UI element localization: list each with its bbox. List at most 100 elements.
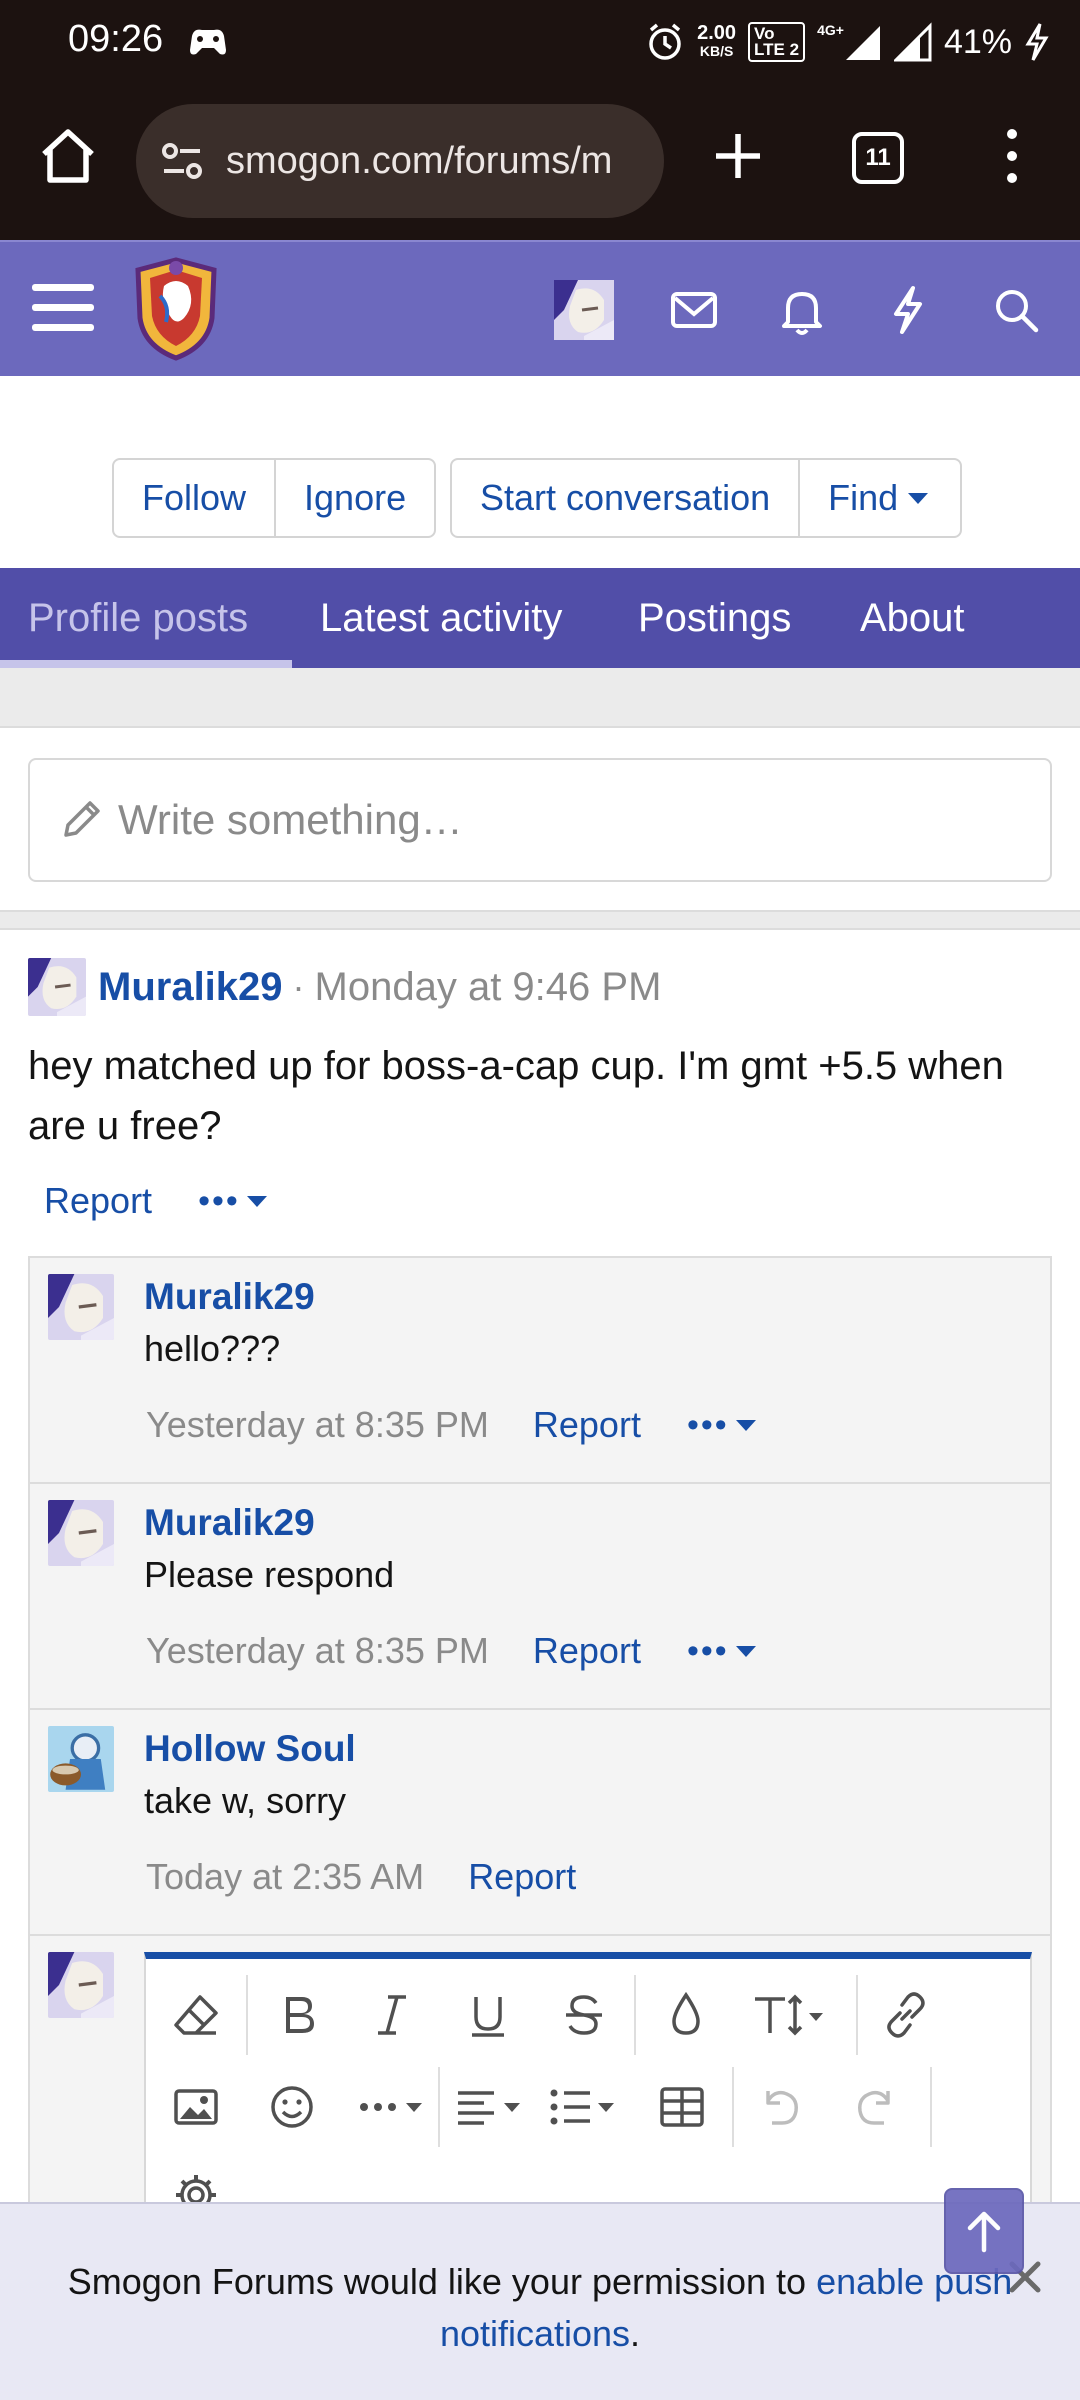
mail-icon[interactable] (666, 282, 722, 338)
toolbar-separator (438, 2067, 440, 2147)
tab-profile-posts[interactable]: Profile posts (28, 568, 248, 668)
avatar[interactable] (48, 1726, 114, 1792)
report-link[interactable]: Report (468, 1856, 576, 1898)
avatar[interactable] (28, 958, 86, 1016)
hamburger-menu-icon[interactable] (32, 280, 94, 336)
status-bar: 09:26 2.00 KB/S Vo LTE 2 4G+ 41% (0, 0, 1080, 84)
tab-switcher-button[interactable]: 11 (852, 132, 904, 184)
post-body: hey matched up for boss-a-cap cup. I'm g… (28, 1044, 1004, 1148)
comment-item: Muralik29 hello??? Yesterday at 8:35 PM … (30, 1258, 1050, 1484)
bell-icon[interactable] (774, 282, 830, 338)
comment-time[interactable]: Today at 2:35 AM (146, 1856, 424, 1898)
start-conversation-button[interactable]: Start conversation (452, 460, 798, 536)
image-icon[interactable] (166, 2077, 226, 2137)
separator-dot: · (292, 966, 305, 1007)
report-link[interactable]: Report (44, 1180, 152, 1222)
site-header (0, 240, 1080, 376)
more-actions-menu[interactable]: ••• (687, 1406, 759, 1445)
caret-down-icon (735, 1646, 756, 1657)
notification-text: Smogon Forums would like your permission… (67, 2261, 817, 2302)
report-link[interactable]: Report (533, 1630, 641, 1672)
arrow-up-icon (967, 2211, 1001, 2253)
comment-author-link[interactable]: Hollow Soul (144, 1728, 356, 1770)
scroll-to-top-button[interactable] (944, 2188, 1024, 2274)
profile-stats-strip (0, 376, 1080, 426)
lightning-icon[interactable] (880, 282, 936, 338)
home-icon[interactable] (36, 124, 100, 188)
url-text: smogon.com/forums/m (226, 139, 613, 182)
ignore-button[interactable]: Ignore (274, 460, 434, 536)
battery-level: 41% (943, 22, 1012, 61)
section-separator (0, 668, 1080, 728)
redo-icon[interactable] (846, 2077, 906, 2137)
undo-icon[interactable] (750, 2077, 810, 2137)
user-avatar[interactable] (554, 280, 614, 340)
comment-author-link[interactable]: Muralik29 (144, 1276, 315, 1318)
align-icon[interactable] (450, 2077, 530, 2137)
net-speed-value: 2.00 (697, 22, 737, 44)
caret-down-icon (735, 1420, 756, 1431)
net-speed: 2.00 KB/S (697, 22, 737, 60)
game-controller-icon (190, 29, 226, 55)
text-size-icon[interactable] (746, 1985, 836, 2045)
new-tab-icon[interactable] (706, 124, 770, 188)
more-actions-menu[interactable]: ••• (198, 1182, 270, 1221)
signal-icon (845, 26, 880, 60)
tab-latest-activity[interactable]: Latest activity (320, 568, 562, 668)
avatar[interactable] (48, 1274, 114, 1340)
write-something-input[interactable]: Write something… (28, 758, 1052, 882)
conversation-find-group: Start conversation Find (450, 458, 963, 538)
charging-icon (1025, 23, 1049, 61)
comment-text: Please respond (144, 1554, 395, 1595)
tab-postings[interactable]: Postings (638, 568, 791, 668)
comment-time[interactable]: Yesterday at 8:35 PM (146, 1630, 489, 1672)
write-placeholder: Write something… (118, 796, 463, 843)
underline-icon[interactable] (458, 1985, 518, 2045)
comment-meta: Today at 2:35 AM Report (146, 1856, 576, 1898)
write-post-area: Write something… (0, 728, 1080, 910)
section-separator-2 (0, 910, 1080, 930)
status-right: 2.00 KB/S Vo LTE 2 4G+ 41% (645, 14, 1050, 70)
avatar[interactable] (48, 1952, 114, 2018)
notification-message: Smogon Forums would like your permission… (0, 2256, 1080, 2360)
site-settings-icon[interactable] (158, 137, 206, 185)
more-dots: ••• (686, 1405, 729, 1444)
emoji-icon[interactable] (262, 2077, 322, 2137)
search-icon[interactable] (988, 282, 1044, 338)
comment-time[interactable]: Yesterday at 8:35 PM (146, 1404, 489, 1446)
post-actions: Report ••• (44, 1180, 270, 1222)
comment-item: Hollow Soul take w, sorry Today at 2:35 … (30, 1710, 1050, 1936)
find-label: Find (828, 477, 899, 518)
caret-down-icon (246, 1196, 267, 1207)
signal-icon-2 (893, 22, 932, 62)
network-type: 4G+ (817, 22, 844, 38)
net-speed-unit: KB/S (699, 43, 734, 59)
table-icon[interactable] (652, 2077, 712, 2137)
browser-toolbar: smogon.com/forums/m 11 (0, 84, 1080, 240)
post-date[interactable]: Monday at 9:46 PM (315, 965, 662, 1010)
profile-tabs: Profile posts Latest activity Postings A… (0, 568, 1080, 668)
find-button[interactable]: Find (798, 460, 960, 536)
toolbar-separator (732, 2067, 734, 2147)
smogon-logo-icon[interactable] (130, 256, 222, 362)
eraser-icon[interactable] (166, 1985, 226, 2045)
address-bar[interactable]: smogon.com/forums/m (136, 104, 664, 218)
more-actions-menu[interactable]: ••• (687, 1632, 759, 1671)
link-icon[interactable] (876, 1985, 936, 2045)
caret-down-icon (908, 493, 929, 504)
more-options-icon[interactable] (352, 2077, 432, 2137)
comment-author-link[interactable]: Muralik29 (144, 1502, 315, 1544)
active-tab-indicator (0, 660, 292, 668)
tab-about[interactable]: About (860, 568, 965, 668)
report-link[interactable]: Report (533, 1404, 641, 1446)
kebab-menu-icon[interactable] (996, 124, 1028, 188)
post-author-link[interactable]: Muralik29 (98, 965, 283, 1010)
italic-icon[interactable] (362, 1985, 422, 2045)
strikethrough-icon[interactable] (554, 1985, 614, 2045)
follow-button[interactable]: Follow (114, 460, 274, 536)
color-icon[interactable] (656, 1985, 716, 2045)
list-icon[interactable] (544, 2077, 624, 2137)
toolbar-separator (930, 2067, 932, 2147)
avatar[interactable] (48, 1500, 114, 1566)
bold-icon[interactable] (268, 1985, 328, 2045)
